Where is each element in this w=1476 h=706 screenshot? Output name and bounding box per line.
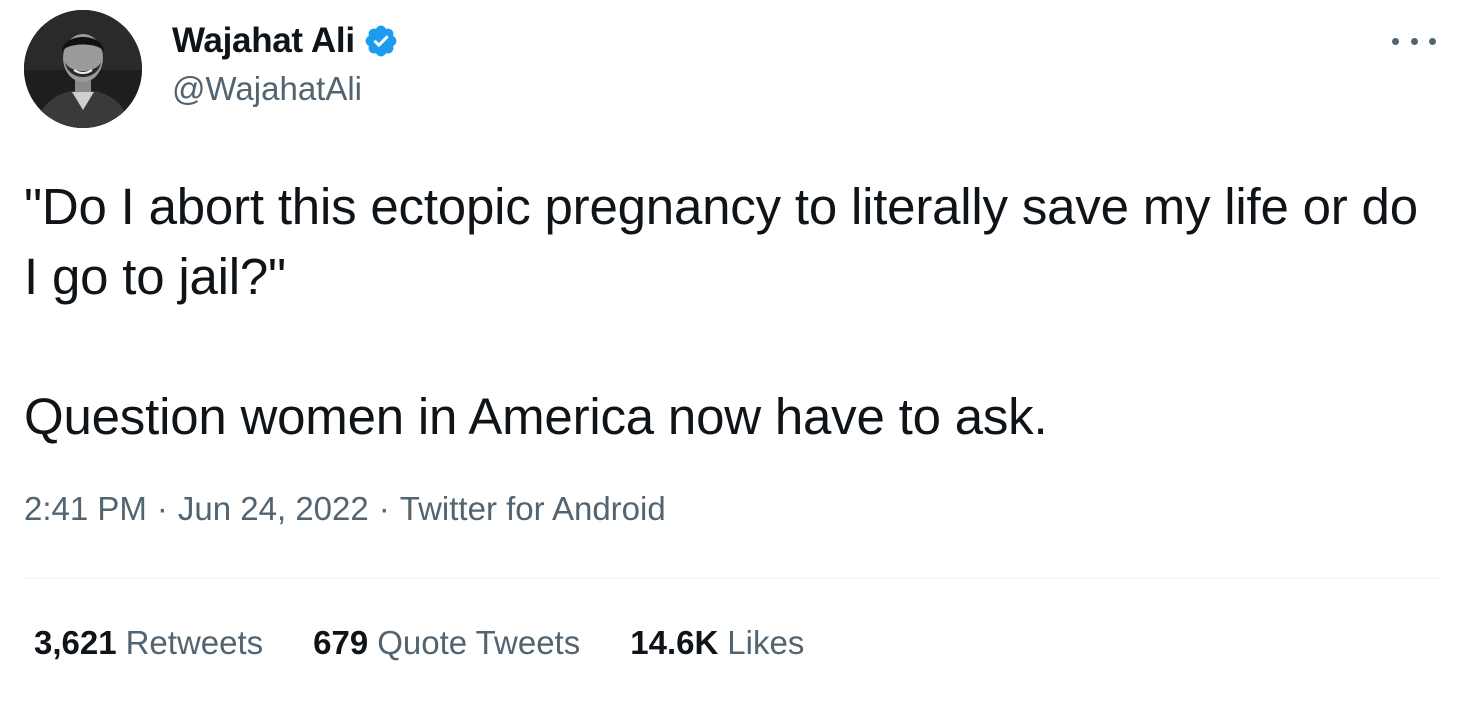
separator: · <box>378 490 390 527</box>
likes-label: Likes <box>727 624 805 661</box>
tweet-date[interactable]: Jun 24, 2022 <box>178 490 369 528</box>
more-options-icon[interactable] <box>1392 26 1436 56</box>
likes-count: 14.6K <box>630 624 719 661</box>
tweet-text-line: "Do I abort this ectopic pregnancy to li… <box>24 178 1418 305</box>
tweet-card: Wajahat Ali @WajahatAli "Do I abort this… <box>0 0 1476 706</box>
dot <box>1429 37 1436 45</box>
dot <box>1410 37 1418 45</box>
tweet-source[interactable]: Twitter for Android <box>400 490 666 528</box>
separator: · <box>156 490 168 527</box>
divider <box>24 578 1440 579</box>
likes-stat[interactable]: 14.6K Likes <box>630 624 804 662</box>
author-name-row: Wajahat Ali <box>172 18 399 64</box>
dot <box>1392 37 1399 45</box>
engagement-stats: 3,621 Retweets 679 Quote Tweets 14.6K Li… <box>34 624 854 662</box>
author-handle[interactable]: @WajahatAli <box>172 70 362 108</box>
tweet-text-line: Question women in America now have to as… <box>24 388 1048 445</box>
retweets-stat[interactable]: 3,621 Retweets <box>34 624 263 662</box>
tweet-body: "Do I abort this ectopic pregnancy to li… <box>24 172 1444 452</box>
verified-badge-icon <box>363 23 399 59</box>
author-display-name[interactable]: Wajahat Ali <box>172 21 355 61</box>
tweet-time[interactable]: 2:41 PM <box>24 490 147 528</box>
retweets-count: 3,621 <box>34 624 117 661</box>
retweets-label: Retweets <box>125 624 264 661</box>
tweet-metadata: 2:41 PM · Jun 24, 2022 · Twitter for And… <box>24 490 666 528</box>
avatar[interactable] <box>24 10 142 128</box>
quote-tweets-label: Quote Tweets <box>377 624 581 661</box>
quote-tweets-count: 679 <box>313 624 369 661</box>
quote-tweets-stat[interactable]: 679 Quote Tweets <box>313 624 580 662</box>
avatar-photo-icon <box>24 10 142 128</box>
